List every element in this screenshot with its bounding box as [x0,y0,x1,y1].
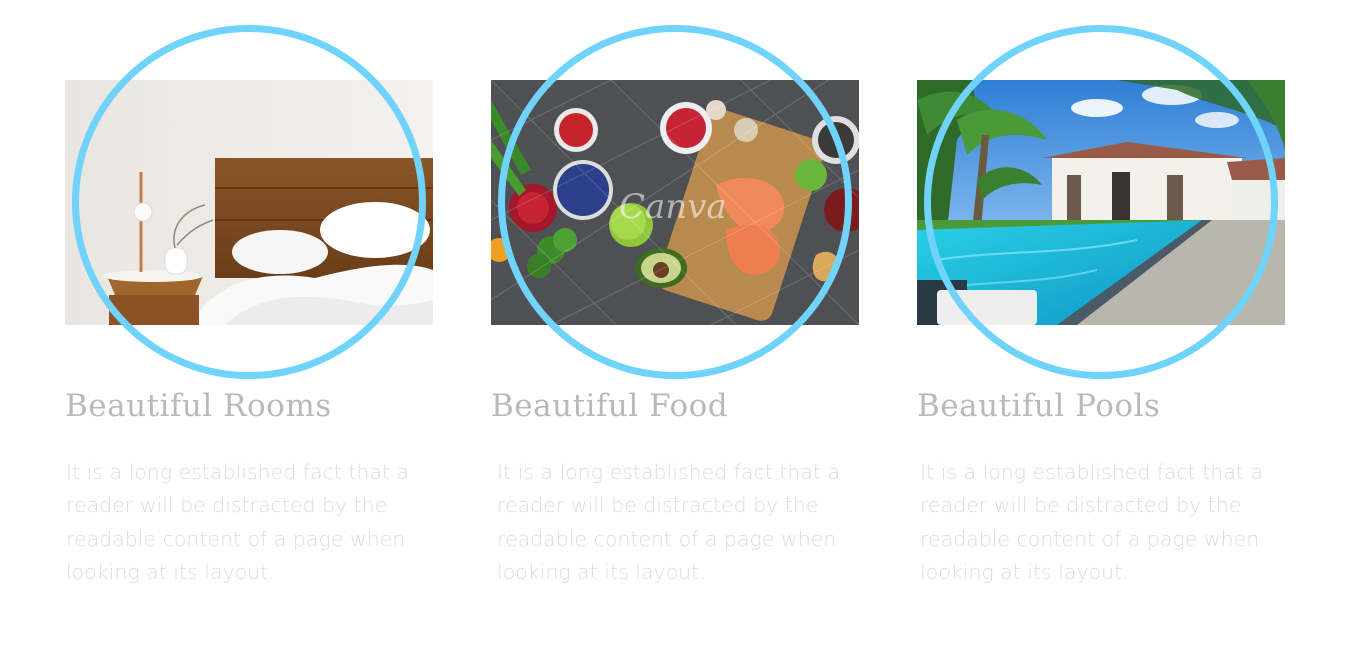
feature-description: It is a long established fact that a rea… [920,460,1264,585]
feature-title: Beautiful Rooms [65,388,332,424]
feature-title: Beautiful Pools [917,388,1161,424]
feature-card-pools: Beautiful Pools It is a long established… [917,0,1285,650]
food-photo: Canva [491,80,859,325]
pool-photo [917,80,1285,325]
feature-description: It is a long established fact that a rea… [66,460,410,585]
feature-description: It is a long established fact that a rea… [497,460,841,585]
bedroom-photo [65,80,433,325]
features-section: Beautiful Rooms It is a long established… [0,0,1350,650]
feature-card-rooms: Beautiful Rooms It is a long established… [65,0,433,650]
feature-card-food: Canva Beautiful Food It is a long establ… [491,0,859,650]
watermark: Canva [619,187,727,227]
feature-title: Beautiful Food [491,388,729,424]
